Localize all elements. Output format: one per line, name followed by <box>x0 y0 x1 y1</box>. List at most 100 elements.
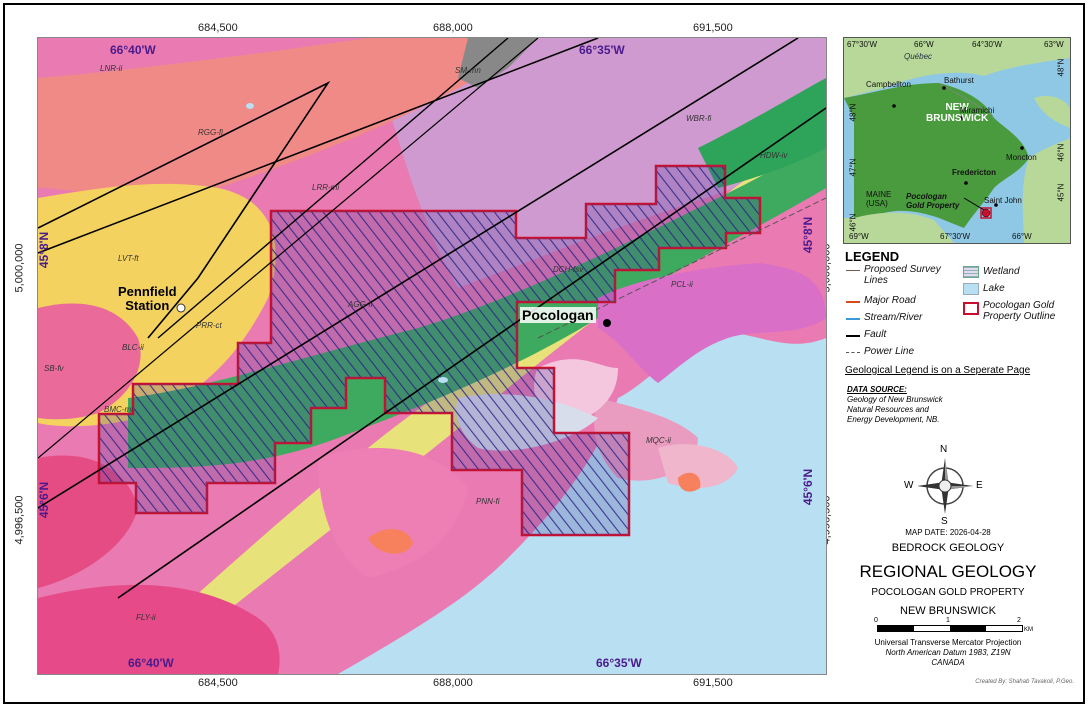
legend-item: Pocologan Gold Property Outline <box>983 300 1056 322</box>
maine-label: MAINE (USA) <box>866 190 892 208</box>
unit-label: LRR-mi <box>312 183 340 192</box>
compass-w: W <box>904 480 914 491</box>
power-line-swatch <box>846 352 860 353</box>
unit-label: WBR-fi <box>686 114 712 123</box>
property-location-label: Pocologan Gold Property <box>906 192 960 210</box>
unit-label: LVT-ft <box>118 254 139 263</box>
city-label: Campbellton <box>866 80 911 89</box>
compass-e: E <box>976 480 983 491</box>
pocologan-label: Pocologan <box>520 307 596 323</box>
unit-label: HDW-iv <box>760 151 788 160</box>
easting-tick-top: 688,000 <box>433 22 473 34</box>
inset-tick: 67°30'W <box>940 232 971 241</box>
legend-item: Stream/River <box>864 312 923 323</box>
geology-map-graphic <box>38 38 826 674</box>
scale-bar <box>877 625 1023 632</box>
longitude-label: 66°35'W <box>596 656 642 670</box>
projection: Universal Transverse Mercator Projection <box>874 638 1022 647</box>
fault-swatch <box>846 335 860 337</box>
legend-item: Proposed Survey Lines <box>864 264 941 286</box>
latitude-label: 45°6'N <box>37 481 52 519</box>
country: CANADA <box>931 658 965 667</box>
city-label: Saint John <box>984 196 1022 205</box>
inset-tick: 46°N <box>1056 143 1066 162</box>
unit-label: PNN-fi <box>476 497 500 506</box>
legend-item: Fault <box>864 329 887 340</box>
unit-label: PRR-ct <box>196 321 222 330</box>
scale-tick: 1 <box>946 617 950 624</box>
map-title: REGIONAL GEOLOGY <box>859 562 1037 581</box>
inset-graphic <box>844 38 1070 243</box>
unit-label: RGG-fi <box>198 128 223 137</box>
legend-item: Major Road <box>864 295 916 306</box>
inset-tick: 46°N <box>848 213 858 232</box>
inset-tick: 48°N <box>848 103 858 122</box>
longitude-label: 66°40'W <box>110 43 156 57</box>
inset-tick: 47°N <box>848 158 858 177</box>
inset-tick: 63°W <box>1044 40 1064 49</box>
longitude-label: 66°35'W <box>579 43 625 57</box>
map-credit: Created By: Shahab Tavakoli, P.Geo. <box>975 679 1074 685</box>
compass-n: N <box>940 444 948 455</box>
legend-item: Power Line <box>864 346 915 357</box>
survey-line-swatch <box>846 270 860 271</box>
property-name: POCOLOGAN GOLD PROPERTY <box>871 587 1025 598</box>
scale-tick: 0 <box>874 617 878 624</box>
scale-unit: KM <box>1024 627 1033 633</box>
unit-label: LNR-ii <box>100 64 123 73</box>
northing-tick-left: 4,996,500 <box>13 495 26 545</box>
city-label: Fredericton <box>952 168 997 177</box>
geology-map[interactable]: LNR-ii SM-mn RGG-fi WBR-fi HDW-iv LRR-mi… <box>37 37 827 675</box>
latitude-label: 45°8'N <box>37 231 52 269</box>
pennfield-station-label: Pennfield Station <box>118 284 177 313</box>
easting-tick-bottom: 684,500 <box>198 677 238 689</box>
inset-tick: 48°N <box>1056 58 1066 77</box>
unit-label: DCH-fsv <box>553 265 584 274</box>
unit-label: SB-fv <box>44 364 64 373</box>
inset-tick: 67°30'W <box>847 40 878 49</box>
north-arrow: N S E W <box>904 444 983 528</box>
lake-swatch <box>963 283 979 295</box>
compass-s: S <box>941 516 948 527</box>
unit-label: SM-mn <box>455 66 481 75</box>
property-outline-swatch <box>963 302 979 315</box>
geological-legend-note: Geological Legend is on a Seperate Page <box>845 365 1031 376</box>
latitude-label: 45°8'N <box>801 216 816 254</box>
location-inset-map: 67°30'W 66°W 64°30'W 63°W 69°W 67°30'W 6… <box>843 37 1071 244</box>
inset-tick: 66°W <box>1012 232 1032 241</box>
unit-label: AGG-fi <box>348 300 373 309</box>
legend-title: LEGEND <box>845 249 900 264</box>
inset-tick: 66°W <box>914 40 934 49</box>
inset-tick: 69°W <box>849 232 869 241</box>
data-source: DATA SOURCE: Geology of New Brunswick Na… <box>847 385 943 425</box>
inset-tick: 64°30'W <box>972 40 1003 49</box>
datum: North American Datum 1983, Z19N <box>885 648 1011 657</box>
wetland-swatch <box>963 266 979 278</box>
city-label: Bathurst <box>944 76 974 85</box>
major-road-swatch <box>846 301 860 303</box>
city-label: Miramichi <box>960 106 995 115</box>
longitude-label: 66°40'W <box>128 656 174 670</box>
legend-item: Wetland <box>983 266 1020 277</box>
easting-tick-bottom: 688,000 <box>433 677 473 689</box>
northing-tick-left: 5,000,000 <box>13 243 26 293</box>
latitude-label: 45°6'N <box>801 468 816 506</box>
stream-swatch <box>846 318 860 320</box>
map-date: MAP DATE: 2026-04-28 <box>905 528 991 537</box>
unit-label: FLY-ii <box>136 613 156 622</box>
legend-item: Lake <box>983 283 1005 294</box>
city-label: Moncton <box>1006 153 1037 162</box>
scale-tick: 2 <box>1017 617 1021 624</box>
data-source-title: DATA SOURCE: <box>847 385 907 394</box>
province-name: NEW BRUNSWICK <box>900 605 996 617</box>
easting-tick-top: 691,500 <box>693 22 733 34</box>
inset-tick: 45°N <box>1056 183 1066 202</box>
unit-label: PCL-ii <box>671 280 693 289</box>
quebec-label: Québec <box>904 52 933 61</box>
easting-tick-top: 684,500 <box>198 22 238 34</box>
unit-label: BMC-mi <box>104 405 133 414</box>
unit-label: MQC-ii <box>646 436 671 445</box>
easting-tick-bottom: 691,500 <box>693 677 733 689</box>
map-subtitle: BEDROCK GEOLOGY <box>891 542 1005 554</box>
data-source-text: Geology of New Brunswick Natural Resourc… <box>847 395 943 424</box>
